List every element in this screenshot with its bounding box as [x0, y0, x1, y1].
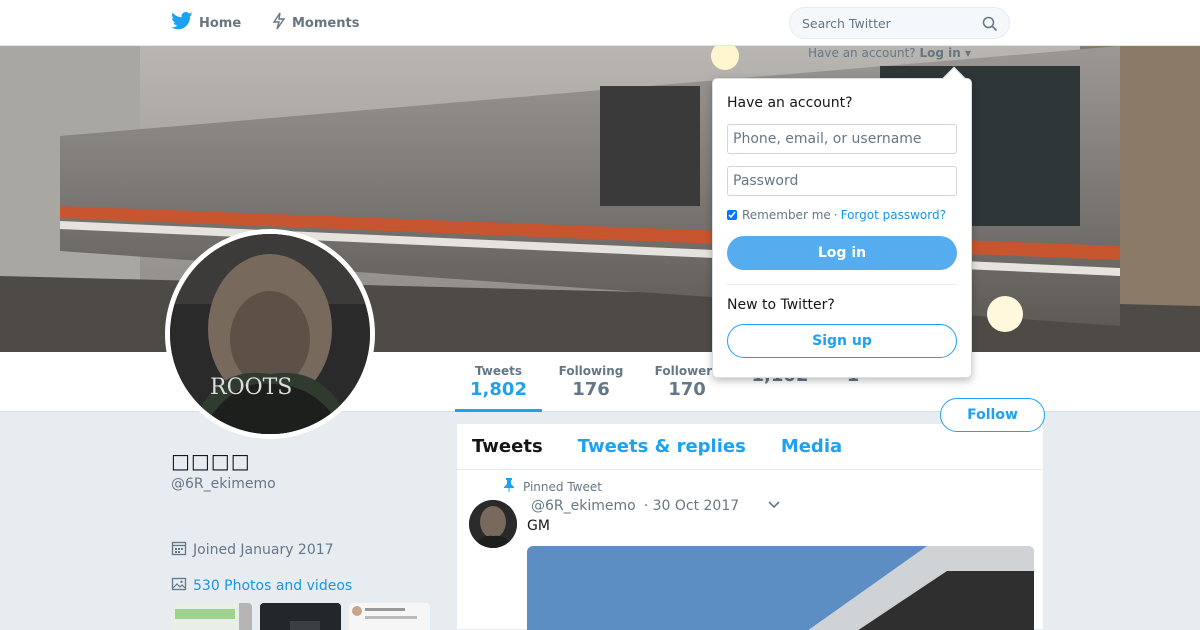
photos-videos-link[interactable]: 530 Photos and videos [171, 576, 352, 596]
login-prompt-question: Have an account? [808, 46, 916, 60]
new-to-twitter-label: New to Twitter? [727, 297, 835, 313]
photos-label: 530 Photos and videos [193, 578, 353, 594]
password-field[interactable] [727, 166, 957, 196]
tweet-avatar[interactable] [469, 500, 517, 548]
tab-media[interactable]: Media [781, 436, 842, 457]
timeline: Tweets Tweets & replies Media Pinned Twe… [456, 423, 1044, 630]
nav-moments-label: Moments [292, 15, 360, 31]
stat-label: Following [558, 364, 624, 378]
image-icon [171, 576, 187, 596]
pinned-label: Pinned Tweet [523, 479, 602, 494]
twitter-bird-icon [171, 12, 193, 34]
login-prompt: Have an account? Log in ▾ [808, 46, 971, 60]
joined-label: Joined January 2017 [193, 542, 334, 558]
pin-icon [503, 478, 515, 495]
tweet-date[interactable]: · 30 Oct 2017 [644, 498, 739, 514]
username-field[interactable] [727, 124, 957, 154]
profile-handle[interactable]: @6R_ekimemo [171, 476, 276, 492]
login-dropdown: Have an account? Remember me · Forgot pa… [712, 66, 972, 378]
tweet-header: @6R_ekimemo · 30 Oct 2017 [531, 498, 781, 514]
profile-avatar[interactable]: ROOTS [165, 229, 375, 439]
tweet-handle[interactable]: @6R_ekimemo [531, 498, 636, 514]
stat-value: 176 [572, 379, 610, 400]
pinned-tweet-label: Pinned Tweet [503, 478, 602, 495]
remember-label: Remember me [742, 208, 831, 222]
tab-tweets-replies[interactable]: Tweets & replies [578, 436, 746, 457]
nav-moments[interactable]: Moments [272, 12, 359, 34]
tab-tweets[interactable]: Tweets [472, 436, 543, 457]
top-navigation-bar: Home Moments [0, 0, 1200, 46]
login-button[interactable]: Log in [727, 236, 957, 270]
forgot-password-link[interactable]: Forgot password? [841, 208, 946, 222]
photo-thumbnail[interactable] [260, 603, 341, 630]
search-icon[interactable] [982, 16, 998, 36]
stat-tweets[interactable]: Tweets 1,802 [455, 364, 542, 412]
stat-label: Tweets [474, 364, 523, 378]
tweet-text: GM [527, 518, 550, 534]
photo-thumbnail[interactable] [171, 603, 252, 630]
remember-checkbox[interactable] [727, 210, 737, 220]
chevron-down-icon[interactable] [767, 498, 781, 514]
joined-date: Joined January 2017 [171, 540, 334, 560]
lightning-bolt-icon [272, 12, 286, 34]
photo-thumbnail[interactable] [349, 603, 430, 630]
profile-name: □□□□ [171, 449, 251, 473]
stat-value: 170 [668, 379, 706, 400]
stat-following[interactable]: Following 176 [552, 364, 630, 400]
search-input[interactable] [790, 8, 970, 38]
follow-button[interactable]: Follow [940, 398, 1045, 432]
login-link[interactable]: Log in ▾ [919, 46, 971, 60]
tweet-media-image[interactable] [527, 546, 1034, 630]
signup-button[interactable]: Sign up [727, 324, 957, 358]
divider [727, 284, 957, 285]
dropdown-title: Have an account? [727, 95, 853, 111]
calendar-icon [171, 540, 187, 560]
nav-home[interactable]: Home [171, 12, 241, 34]
remember-row: Remember me · Forgot password? [727, 208, 946, 222]
stat-value: 1,802 [470, 379, 527, 400]
nav-home-label: Home [199, 15, 242, 31]
search-box [789, 7, 1010, 39]
svg-text:ROOTS: ROOTS [210, 375, 292, 400]
separator-dot: · [833, 208, 838, 222]
photo-thumbnails [171, 603, 430, 630]
